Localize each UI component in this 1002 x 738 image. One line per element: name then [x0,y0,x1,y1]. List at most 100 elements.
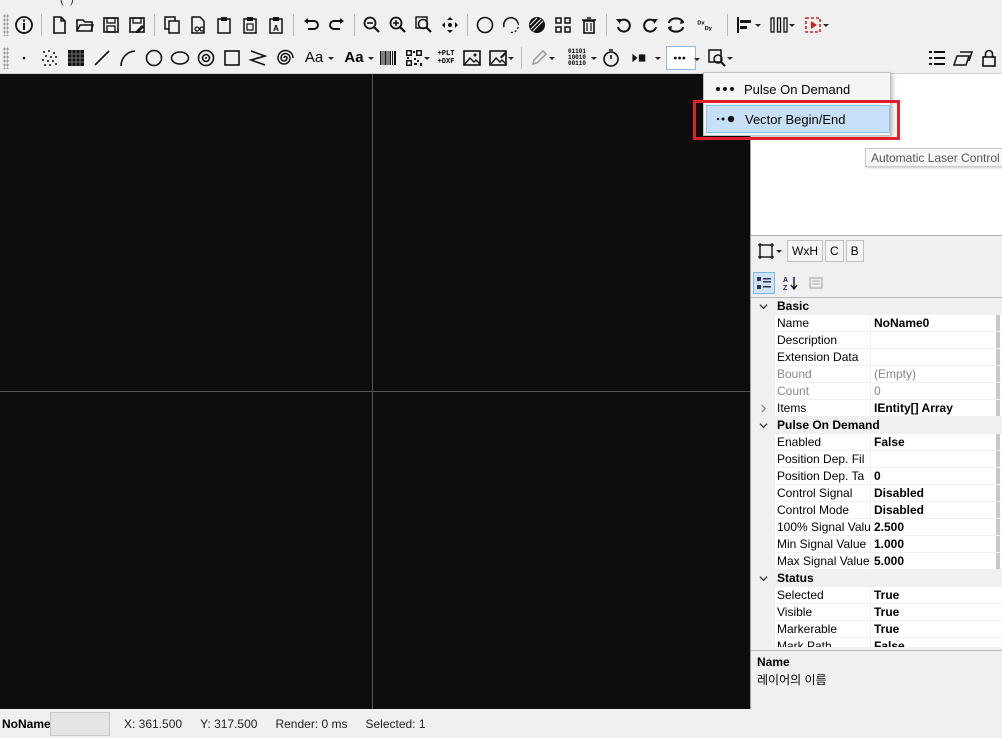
collapse-chevron-icon[interactable] [751,416,775,434]
property-row[interactable]: Markerable True [751,620,1002,638]
delete-icon[interactable] [578,13,600,37]
property-value[interactable]: 5.000 [871,553,1002,570]
property-category[interactable]: Basic [751,298,1002,315]
property-value[interactable]: (Empty) [871,366,1002,383]
property-row[interactable]: Name NoName0 [751,314,1002,332]
property-row[interactable]: Description [751,331,1002,349]
property-value[interactable]: NoName0 [871,315,1002,332]
property-value[interactable]: False [871,434,1002,451]
dx-dy-icon[interactable]: Dx Dy [691,13,721,37]
text-font-icon[interactable]: Aa [299,46,334,70]
pan-icon[interactable] [439,13,461,37]
property-value[interactable]: IEntity[] Array [871,400,1002,417]
property-row[interactable]: Bound (Empty) [751,365,1002,383]
list-icon[interactable] [926,46,948,70]
property-value[interactable]: True [871,621,1002,638]
rectangle-icon[interactable] [221,46,243,70]
drawing-canvas[interactable] [0,74,750,709]
property-row[interactable]: Count 0 [751,382,1002,400]
property-category[interactable]: Pulse On Demand [751,416,1002,434]
polyline-icon[interactable] [247,46,269,70]
ellipse-icon[interactable] [169,46,191,70]
align-icon[interactable] [734,13,761,37]
rotate-ccw-icon[interactable] [613,13,635,37]
property-row[interactable]: Items IEntity[] Array [751,399,1002,417]
property-row[interactable]: 100% Signal Valu 2.500 [751,518,1002,536]
property-value[interactable]: 1.000 [871,536,1002,553]
property-row[interactable]: Enabled False [751,433,1002,451]
property-value[interactable]: 2.500 [871,519,1002,536]
copy-icon[interactable] [161,13,183,37]
collapse-chevron-icon[interactable] [751,569,775,587]
cut-icon[interactable] [187,13,209,37]
image-icon[interactable] [461,46,483,70]
property-value[interactable] [871,451,1002,468]
toolbar-grip[interactable] [3,46,9,69]
size-tab-wxh[interactable]: WxH [787,240,823,262]
lock-icon[interactable] [978,46,1000,70]
barcode-icon[interactable] [377,46,399,70]
property-row[interactable]: Control Mode Disabled [751,501,1002,519]
property-value[interactable]: True [871,587,1002,604]
zoom-out-icon[interactable] [361,13,383,37]
property-pages-icon[interactable] [805,272,827,294]
raster-icon[interactable] [65,46,87,70]
image-edit-icon[interactable] [487,46,514,70]
distribute-icon[interactable] [768,13,795,37]
property-value[interactable]: Disabled [871,485,1002,502]
rotate-cw-icon[interactable] [639,13,661,37]
hatch-icon[interactable] [526,13,548,37]
save-as-icon[interactable] [126,13,148,37]
property-row[interactable]: Max Signal Value 5.000 [751,552,1002,570]
mirror-icon[interactable] [665,13,687,37]
info-icon[interactable] [13,13,35,37]
bounding-box-icon[interactable] [755,239,782,263]
save-icon[interactable] [100,13,122,37]
property-value[interactable]: 0 [871,383,1002,400]
property-row[interactable]: Extension Data [751,348,1002,366]
redo-icon[interactable] [326,13,348,37]
circle-icon[interactable] [143,46,165,70]
property-row[interactable]: Mark Path False [751,637,1002,647]
property-value[interactable]: 0 [871,468,1002,485]
collapse-chevron-icon[interactable] [751,298,775,315]
layers-icon[interactable] [952,46,974,70]
qrcode-icon[interactable] [403,46,430,70]
property-value[interactable] [871,349,1002,366]
point-cloud-icon[interactable] [39,46,61,70]
new-file-icon[interactable] [48,13,70,37]
arc-icon[interactable] [117,46,139,70]
property-value[interactable] [871,332,1002,349]
motion-icon[interactable] [626,46,661,70]
paste-icon[interactable] [213,13,235,37]
paste-special-icon[interactable] [239,13,261,37]
expand-chevron-icon[interactable] [751,399,775,417]
open-folder-icon[interactable] [74,13,96,37]
arc-select-icon[interactable] [500,13,522,37]
property-value[interactable]: True [871,604,1002,621]
sequence-icon[interactable] [802,13,829,37]
alphabetical-icon[interactable]: AZ [779,272,801,294]
zoom-in-icon[interactable] [387,13,409,37]
timer-icon[interactable] [600,46,622,70]
categorized-icon[interactable] [753,272,775,294]
explode-icon[interactable] [552,13,574,37]
point-icon[interactable] [13,46,35,70]
import-plt-dxf-icon[interactable]: +PLT +DXF [435,46,457,70]
toolbar-grip[interactable] [3,14,9,36]
size-tab-b[interactable]: B [845,240,864,262]
paste-array-icon[interactable]: A [265,13,287,37]
measure-icon[interactable] [706,46,733,70]
circle-select-icon[interactable] [474,13,496,37]
property-row[interactable]: Selected True [751,586,1002,604]
property-value[interactable]: Disabled [871,502,1002,519]
property-row[interactable]: Min Signal Value 1.000 [751,535,1002,553]
zoom-fit-icon[interactable] [413,13,435,37]
pen-icon[interactable] [528,46,555,70]
text-bold-icon[interactable]: Aa [339,46,374,70]
menu-item-pulse-on-demand[interactable]: Pulse On Demand [706,75,890,103]
property-grid[interactable]: Basic Name NoName0 Description Extension Dat… [751,297,1002,647]
property-row[interactable]: Control Signal Disabled [751,484,1002,502]
property-category[interactable]: Status [751,569,1002,587]
binary-code-icon[interactable]: 01101 10010 00110 [562,46,597,70]
